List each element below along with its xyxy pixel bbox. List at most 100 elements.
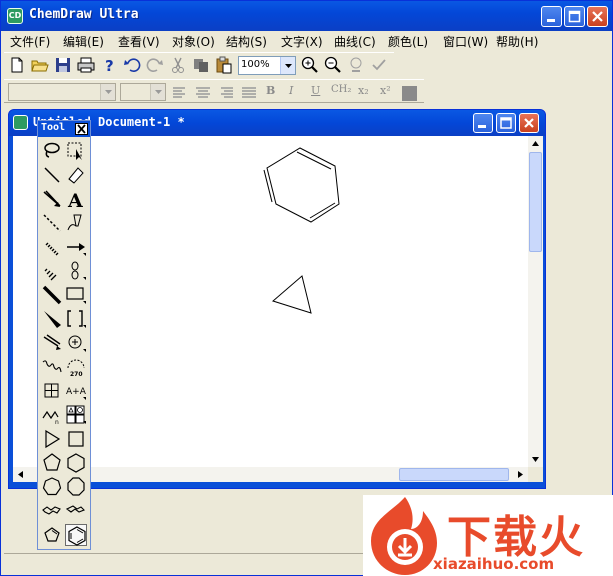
cyclooctane-tool[interactable] (65, 476, 87, 498)
template-tool[interactable] (65, 404, 87, 426)
tool-palette-title-bar[interactable]: Tool (38, 121, 90, 137)
chevron-down-icon[interactable] (150, 84, 165, 100)
lasso-tool[interactable] (41, 140, 63, 162)
bold-bond-icon (42, 285, 62, 305)
tool-palette-close-button[interactable] (75, 123, 88, 135)
benzene-tool[interactable] (65, 524, 87, 546)
scroll-thumb[interactable] (529, 152, 542, 252)
align-center-button[interactable] (193, 83, 213, 103)
zoom-select[interactable]: 100% (238, 56, 296, 75)
cyclobutane-icon (68, 431, 84, 447)
solid-bond-tool[interactable] (41, 164, 63, 186)
orbital-angle-tool[interactable]: 270 (65, 356, 87, 378)
clean-structure-button[interactable] (346, 55, 366, 75)
align-left-button[interactable] (170, 83, 190, 103)
chevron-down-icon[interactable] (280, 57, 295, 74)
doc-maximize-button[interactable] (496, 113, 516, 133)
close-button[interactable] (587, 6, 608, 27)
chain-tool[interactable] (41, 332, 63, 354)
title-bar[interactable]: CD ChemDraw Ultra (1, 1, 612, 31)
cyclohexane-tool[interactable] (65, 452, 87, 474)
menu-color[interactable]: 颜色(L) (388, 33, 428, 50)
copy-button[interactable] (191, 55, 211, 75)
wavy-bond-tool[interactable] (41, 356, 63, 378)
chair2-tool[interactable] (65, 500, 87, 522)
scroll-down-arrow[interactable] (528, 452, 543, 467)
benzene-structure[interactable] (263, 147, 340, 223)
menu-curves[interactable]: 曲线(C) (334, 33, 376, 50)
font-select[interactable] (8, 83, 116, 101)
marquee-tool[interactable] (65, 140, 87, 162)
underline-button[interactable]: U (311, 84, 320, 97)
app-icon[interactable]: CD (7, 8, 23, 24)
scroll-thumb[interactable] (399, 468, 509, 481)
chair1-tool[interactable] (41, 500, 63, 522)
table-tool[interactable] (41, 380, 63, 402)
arrow-tool[interactable] (65, 236, 87, 258)
text-replace-tool[interactable]: A+A (65, 380, 87, 402)
menu-help[interactable]: 帮助(H) (496, 33, 538, 50)
text-tool[interactable]: A (65, 188, 87, 212)
print-button[interactable] (76, 55, 96, 75)
new-button[interactable] (7, 55, 27, 75)
rectangle-tool[interactable] (65, 284, 87, 306)
dashed-bond-tool[interactable] (41, 212, 63, 234)
hashed-wedge-tool[interactable] (41, 260, 63, 282)
paste-button[interactable] (214, 55, 234, 75)
align-center-icon (196, 87, 210, 98)
cyclobutane-tool[interactable] (65, 428, 87, 450)
cyclopropane-structure[interactable] (271, 275, 312, 314)
size-grip[interactable] (528, 467, 543, 482)
menu-file[interactable]: 文件(F) (10, 33, 50, 50)
eraser-tool[interactable] (65, 164, 87, 186)
menu-view[interactable]: 查看(V) (118, 33, 160, 50)
orbital-tool[interactable] (65, 260, 87, 282)
open-button[interactable] (30, 55, 50, 75)
bold-bond-tool[interactable] (41, 284, 63, 306)
redo-button[interactable] (145, 55, 165, 75)
cycloheptane-tool[interactable] (41, 476, 63, 498)
cyclopentane-tool[interactable] (41, 452, 63, 474)
cyclopropane-tool[interactable] (41, 428, 63, 450)
menu-object[interactable]: 对象(O) (172, 33, 215, 50)
align-right-button[interactable] (216, 83, 236, 103)
hashed-bond-tool[interactable] (41, 236, 63, 258)
wedge-bond-tool[interactable] (41, 188, 63, 210)
check-structure-button[interactable] (369, 55, 389, 75)
scroll-left-arrow[interactable] (13, 467, 28, 482)
doc-minimize-button[interactable] (473, 113, 493, 133)
menu-window[interactable]: 窗口(W) (443, 33, 488, 50)
bold-wedge-tool[interactable] (41, 308, 63, 330)
menu-edit[interactable]: 编辑(E) (63, 33, 104, 50)
justify-button[interactable] (239, 83, 259, 103)
charge-tool[interactable] (65, 332, 87, 354)
menu-structure[interactable]: 结构(S) (226, 33, 267, 50)
chevron-down-icon[interactable] (100, 84, 115, 100)
cut-button[interactable] (168, 55, 188, 75)
maximize-button[interactable] (564, 6, 585, 27)
pen-tool[interactable] (65, 212, 87, 234)
document-icon[interactable] (13, 115, 28, 130)
vertical-scrollbar[interactable] (528, 136, 543, 467)
formula-button[interactable]: CH₂ (331, 84, 351, 95)
bracket-tool[interactable] (65, 308, 87, 330)
superscript-button[interactable]: x² (380, 84, 391, 97)
italic-button[interactable]: I (289, 84, 293, 97)
help-button[interactable]: ? (99, 55, 119, 75)
doc-close-button[interactable] (519, 113, 539, 133)
minimize-button[interactable] (541, 6, 562, 27)
acyclic-chain-tool[interactable]: n (41, 404, 63, 426)
save-button[interactable] (53, 55, 73, 75)
zoom-in-button[interactable] (300, 55, 320, 75)
zoom-out-button[interactable] (323, 55, 343, 75)
marquee-icon (67, 142, 82, 160)
text-color-button[interactable] (400, 83, 420, 103)
subscript-button[interactable]: x₂ (358, 84, 369, 97)
scroll-up-arrow[interactable] (528, 136, 543, 151)
cyclopentadiene-tool[interactable] (41, 524, 63, 546)
bold-button[interactable]: B (266, 84, 275, 97)
undo-button[interactable] (122, 55, 142, 75)
menu-text[interactable]: 文字(X) (281, 33, 323, 50)
scroll-right-arrow[interactable] (513, 467, 528, 482)
font-size-select[interactable] (120, 83, 166, 101)
